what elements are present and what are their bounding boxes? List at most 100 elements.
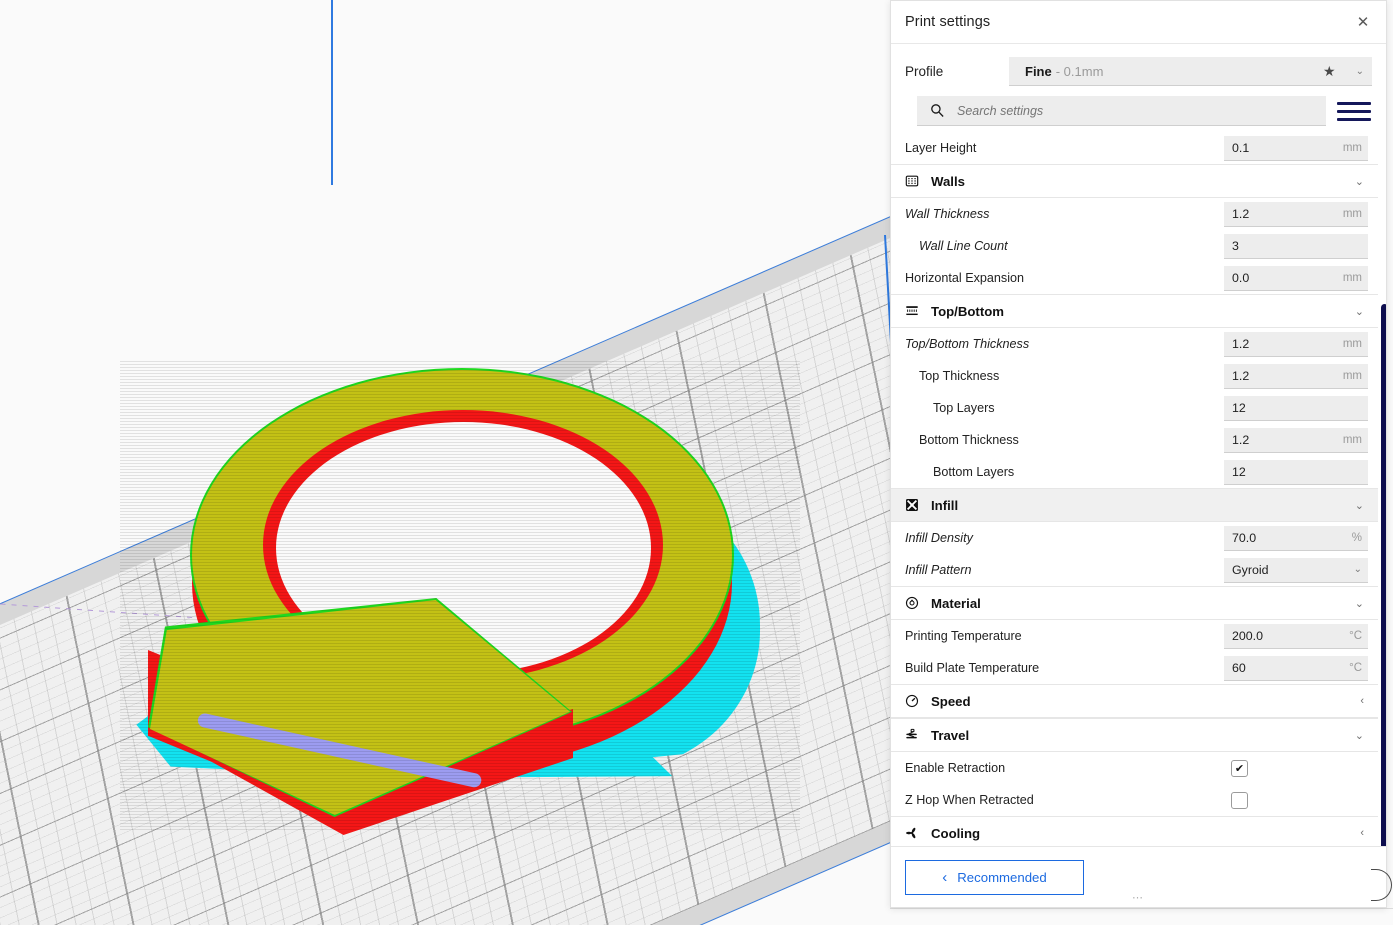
setting-row[interactable]: Layer Height⟳0.1mm [905, 132, 1378, 164]
setting-value: 1.2 [1232, 433, 1249, 447]
setting-label: Wall Line Count [905, 239, 1008, 253]
material-spool-icon [905, 596, 929, 610]
setting-row[interactable]: Horizontal Expansion 0.0 mm [905, 262, 1378, 294]
setting-value-field[interactable]: 70.0% [1224, 526, 1368, 551]
chevron-down-icon[interactable]: ⌄ [1354, 564, 1362, 575]
section-title: Material [931, 596, 981, 611]
setting-unit: mm [1343, 338, 1362, 350]
setting-value-field[interactable]: 1.2mm [1224, 364, 1368, 389]
setting-label: Bottom Layers [905, 465, 1014, 479]
setting-label: Bottom Thickness [905, 433, 1019, 447]
chevron-down-icon[interactable]: ⌄ [1356, 66, 1364, 77]
settings-list[interactable]: Layer Height⟳0.1mmWalls⌄Wall Thickness↺ƒ… [891, 132, 1386, 846]
setting-row[interactable]: Wall Thickness↺ƒx1.2mm [905, 198, 1378, 230]
walls-icon [905, 174, 929, 188]
setting-label: Z Hop When Retracted [905, 793, 1034, 807]
speedometer-icon [905, 694, 929, 708]
chevron-left-icon[interactable]: ‹ [1360, 827, 1364, 839]
setting-value-field[interactable]: 1.2 mm [1224, 202, 1368, 227]
profile-select[interactable]: Fine - 0.1mm ★ ⌄ [1009, 57, 1372, 86]
setting-value: 1.2 [1232, 369, 1249, 383]
settings-section-material[interactable]: Material ⌄ [891, 586, 1378, 620]
search-input[interactable] [955, 103, 1316, 119]
close-icon[interactable]: ✕ [1352, 11, 1374, 33]
setting-label: Top Thickness [905, 369, 999, 383]
setting-value: 12 [1232, 465, 1246, 479]
settings-section-travel[interactable]: Travel⌄ [891, 718, 1378, 752]
setting-row[interactable]: Bottom Thickness 1.2mm [905, 424, 1378, 456]
setting-unit: mm [1343, 208, 1362, 220]
settings-scrollbar[interactable] [1381, 304, 1386, 846]
setting-row[interactable]: Z Hop When Retracted [905, 784, 1378, 816]
recommended-button-label: Recommended [957, 870, 1046, 885]
profile-label: Profile [905, 64, 1009, 79]
setting-row[interactable]: Infill Density↺70.0% [905, 522, 1378, 554]
setting-value-field[interactable]: 60 °C [1224, 656, 1368, 681]
chevron-down-icon[interactable]: ⌄ [1355, 597, 1364, 610]
window-bottom-strip [890, 909, 1393, 925]
profile-row: Profile Fine - 0.1mm ★ ⌄ [891, 44, 1386, 94]
setting-dropdown[interactable]: Gyroid⌄ [1224, 558, 1368, 583]
setting-value: 70.0 [1232, 531, 1256, 545]
setting-value: 0.1 [1232, 141, 1249, 155]
setting-value: 60 [1232, 661, 1246, 675]
settings-section-top-bottom[interactable]: Top/Bottom⌄ [891, 294, 1378, 328]
setting-row[interactable]: Build Plate Temperature⟳60°C [905, 652, 1378, 684]
chevron-down-icon[interactable]: ⌄ [1355, 499, 1364, 512]
setting-value-field[interactable]: 12 [1224, 396, 1368, 421]
setting-value-field[interactable]: 0.1 mm [1224, 136, 1368, 161]
setting-row[interactable]: Bottom Layers 12 [905, 456, 1378, 488]
sliced-model[interactable] [120, 360, 800, 830]
setting-value-field[interactable]: 1.2mm [1224, 332, 1368, 357]
setting-value-field[interactable]: 12 [1224, 460, 1368, 485]
print-settings-panel: Print settings ✕ Profile Fine - 0.1mm ★ … [890, 0, 1387, 908]
z-axis-line [331, 0, 333, 185]
setting-row[interactable]: Printing Temperature200.0°C [905, 620, 1378, 652]
chevron-down-icon[interactable]: ⌄ [1355, 729, 1364, 742]
profile-value: Fine [1025, 64, 1052, 79]
travel-nozzle-icon [905, 728, 929, 742]
setting-checkbox[interactable] [1231, 792, 1248, 809]
setting-label: Build Plate Temperature [905, 661, 1039, 675]
chevron-left-icon[interactable]: ‹ [1360, 695, 1364, 707]
recommended-button[interactable]: ‹ Recommended [905, 860, 1084, 895]
favorite-star-icon[interactable]: ★ [1323, 63, 1336, 80]
search-box[interactable] [917, 96, 1326, 126]
setting-label: Layer Height [905, 141, 976, 155]
panel-titlebar: Print settings ✕ [891, 1, 1386, 44]
setting-value-field[interactable]: 200.0°C [1224, 624, 1368, 649]
settings-section-cooling[interactable]: Cooling ‹ [891, 816, 1378, 846]
hamburger-menu-icon[interactable] [1334, 97, 1374, 125]
section-title: Cooling [931, 826, 980, 841]
chevron-down-icon[interactable]: ⌄ [1355, 175, 1364, 188]
setting-row[interactable]: Top Layers12 [905, 392, 1378, 424]
section-title: Walls [931, 174, 965, 189]
setting-label: Infill Density [905, 531, 973, 545]
settings-section-infill[interactable]: Infill⌄ [891, 488, 1378, 522]
fan-icon [905, 826, 929, 840]
setting-row[interactable]: Top/Bottom Thickness↺1.2mm [905, 328, 1378, 360]
setting-unit: % [1352, 532, 1362, 544]
setting-unit: mm [1343, 272, 1362, 284]
setting-checkbox[interactable]: ✔ [1231, 760, 1248, 777]
settings-section-speed[interactable]: Speed‹ [891, 684, 1378, 718]
setting-value-field[interactable]: 3 [1224, 234, 1368, 259]
top-bottom-icon [905, 304, 929, 318]
setting-value-field[interactable]: 0.0 mm [1224, 266, 1368, 291]
setting-label: Horizontal Expansion [905, 271, 1024, 285]
chevron-down-icon[interactable]: ⌄ [1355, 305, 1364, 318]
setting-row[interactable]: Enable Retraction✔ [905, 752, 1378, 784]
setting-row[interactable]: Infill Pattern↺ƒxGyroid⌄ [905, 554, 1378, 586]
setting-value: 1.2 [1232, 207, 1249, 221]
setting-unit: mm [1343, 142, 1362, 154]
setting-row[interactable]: Top Thickness 1.2mm [905, 360, 1378, 392]
setting-value-field[interactable]: 1.2mm [1224, 428, 1368, 453]
setting-unit: °C [1349, 662, 1362, 674]
resize-grip-icon[interactable]: ⋯ [1132, 891, 1145, 904]
search-row [891, 94, 1386, 132]
setting-value: 200.0 [1232, 629, 1263, 643]
chevron-left-icon: ‹ [942, 870, 947, 885]
setting-value: 0.0 [1232, 271, 1249, 285]
setting-row[interactable]: Wall Line Count↺3 [905, 230, 1378, 262]
settings-section-walls[interactable]: Walls ⌄ [891, 164, 1378, 198]
